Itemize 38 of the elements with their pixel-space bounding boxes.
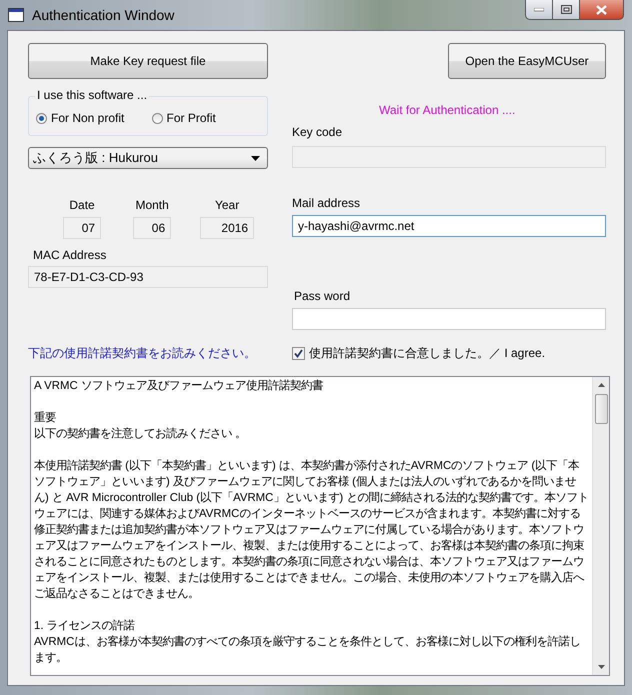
window-icon	[8, 8, 24, 22]
radio-option[interactable]: For Profit	[152, 111, 267, 125]
maximize-button[interactable]	[553, 0, 580, 20]
close-button[interactable]	[580, 0, 624, 20]
license-text: A VRMC ソフトウェア及びファームウェア使用許諾契約書	[34, 378, 324, 394]
checkmark-icon	[294, 349, 303, 358]
license-text: AVRMCは、お客様が本契約書のすべての条項を厳守することを条件として、お客様に対し以下の権利を許諾します。	[34, 634, 582, 666]
password-label: Pass word	[293, 289, 352, 303]
group-label: I use this software ...	[35, 88, 150, 102]
license-text: 1. ライセンスの許諾	[34, 618, 136, 634]
password-field[interactable]	[292, 308, 606, 330]
mail-address-field[interactable]: y-hayashi@avrmc.net	[292, 215, 606, 237]
minimize-icon	[534, 8, 544, 12]
date-label: Year	[214, 198, 240, 212]
edition-dropdown[interactable]: ふくろう版 : Hukurou	[28, 147, 268, 169]
agree-checkbox[interactable]: 使用許諾契約書に合意しました。／ I agree.	[292, 345, 546, 362]
date-label: Month	[135, 198, 169, 212]
open-easymcuser-button[interactable]: Open the EasyMCUser	[448, 43, 606, 79]
minimize-button[interactable]	[525, 0, 553, 20]
scroll-down-icon[interactable]	[598, 665, 604, 669]
license-text: 重要	[34, 410, 57, 426]
make-key-request-button[interactable]: Make Key request file	[28, 43, 268, 79]
key-code-label: Key code	[292, 125, 344, 139]
read-agreement-notice: 下記の使用許諾契約書をお読みください。	[28, 345, 257, 362]
mail-address-label: Mail address	[292, 196, 362, 210]
scrollbar[interactable]	[592, 377, 609, 675]
mac-address-label: MAC Address	[32, 248, 108, 262]
radio-option[interactable]: For Non profit	[36, 111, 152, 125]
close-icon	[596, 4, 607, 14]
scroll-thumb[interactable]	[594, 394, 608, 424]
caret-icon	[251, 156, 260, 160]
status-message: Wait for Authentication ....	[379, 103, 516, 117]
scroll-up-icon[interactable]	[598, 383, 604, 387]
window-title: Authentication Window	[32, 7, 176, 23]
date-label: Date	[69, 198, 95, 212]
maximize-icon	[560, 5, 572, 14]
license-text: 本使用許諾契約書 (以下「本契約書」といいます) は、本契約書が添付されたAVRMCのソフトウェア (以下「本ソフトウェア」といいます) 及びファームウェアに関してお客様 (個人または法人のいずれであるかを問いません) と AVR Microcontroller Club (以下「AVRMC」といいます) との間に締結される法的な契約書です。本ソフトウェアには、関連する媒体およびAVRMCのインターネットベースのサービスが含まれます。本契約書に対する修正契約書または追加契約書が本ソフトウェア又はファームウェアに付属している場合があります。本ソフトウェア又はファームウェアをインストール、複製、または使用することによって、お客様は本契約書の条項に拘束されることに同意されたものとします。本契約書の条項に同意されない場合は、本ソフトウェア又はファームウェアをインストール、複製、または使用することはできません。この場合、未使用の本ソフトウェアを購入店へご返品なさることはできません。	[34, 458, 589, 602]
license-text: 以下の契約書を注意してお読みください 。	[34, 426, 248, 442]
